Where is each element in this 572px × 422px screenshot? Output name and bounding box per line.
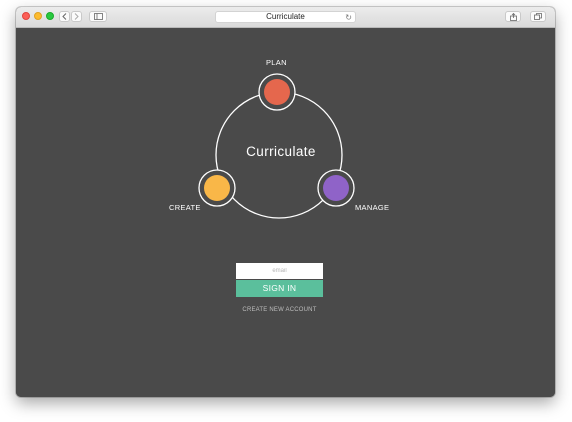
close-button[interactable] <box>22 12 30 20</box>
browser-window: Curriculate ↻ PLAN MANAGE CREATE Curricu… <box>16 7 555 397</box>
create-node[interactable] <box>198 169 236 207</box>
brand-title: Curriculate <box>246 144 316 159</box>
plan-label: PLAN <box>266 58 287 67</box>
manage-node-dot <box>323 175 349 201</box>
sidebar-button[interactable] <box>89 11 107 22</box>
forward-icon <box>74 13 79 20</box>
cycle-diagram <box>198 73 355 219</box>
share-icon <box>509 12 517 21</box>
page-content: PLAN MANAGE CREATE Curriculate SIGN IN C… <box>16 28 555 397</box>
tabs-icon <box>534 13 542 20</box>
manage-label: MANAGE <box>355 203 390 212</box>
email-input[interactable] <box>236 263 323 279</box>
reload-icon[interactable]: ↻ <box>345 13 352 22</box>
create-account-link[interactable]: CREATE NEW ACCOUNT <box>216 307 343 313</box>
manage-node[interactable] <box>317 169 355 207</box>
address-bar[interactable]: Curriculate ↻ <box>215 11 356 23</box>
create-label: CREATE <box>169 203 201 212</box>
back-icon <box>62 13 67 20</box>
sign-in-button[interactable]: SIGN IN <box>236 280 323 297</box>
forward-button[interactable] <box>71 11 82 22</box>
back-button[interactable] <box>59 11 70 22</box>
tabs-button[interactable] <box>530 11 546 22</box>
share-button[interactable] <box>505 11 521 22</box>
sidebar-icon <box>93 13 103 20</box>
create-node-dot <box>204 175 230 201</box>
page-title: Curriculate <box>266 12 305 21</box>
title-bar: Curriculate ↻ <box>16 7 555 28</box>
zoom-button[interactable] <box>46 12 54 20</box>
minimize-button[interactable] <box>34 12 42 20</box>
plan-node[interactable] <box>258 73 296 111</box>
plan-node-dot <box>264 79 290 105</box>
